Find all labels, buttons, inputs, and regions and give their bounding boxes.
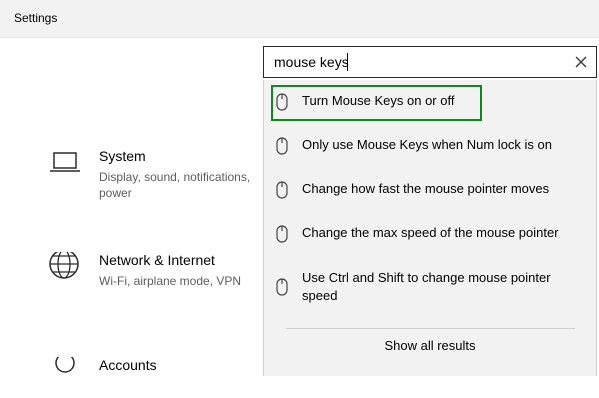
suggestion-item[interactable]: Turn Mouse Keys on or off [264,92,596,112]
suggestion-label: Turn Mouse Keys on or off [302,93,455,108]
suggestion-label: Use Ctrl and Shift to change mouse point… [302,270,551,303]
suggestion-item[interactable]: Use Ctrl and Shift to change mouse point… [264,269,596,307]
category-description: Wi-Fi, airplane mode, VPN [99,274,242,288]
person-icon [48,353,84,393]
globe-icon [48,249,84,288]
suggestion-item[interactable]: Change the max speed of the mouse pointe… [264,224,596,244]
category-name: System [99,148,146,164]
mouse-icon [275,225,289,243]
search-input[interactable]: mouse keys [274,54,349,70]
suggestion-label: Only use Mouse Keys when Num lock is on [302,137,552,152]
suggestion-item[interactable]: Change how fast the mouse pointer moves [264,180,596,200]
show-all-results-link[interactable]: Show all results [264,338,596,353]
divider [286,328,575,329]
close-icon[interactable] [572,53,590,71]
mouse-icon [275,278,289,296]
category-name: Accounts [99,357,157,373]
suggestion-label: Change the max speed of the mouse pointe… [302,225,559,240]
laptop-icon [48,148,84,184]
mouse-icon [275,93,289,111]
search-suggestions: Turn Mouse Keys on or off Only use Mouse… [263,80,597,376]
category-description: Display, sound, notifications, power [99,170,251,200]
mouse-icon [275,137,289,155]
search-box[interactable]: mouse keys [263,46,597,78]
title-bar: Settings [0,0,599,38]
mouse-icon [275,181,289,199]
text-caret [347,53,348,71]
suggestion-label: Change how fast the mouse pointer moves [302,181,550,196]
window-title: Settings [14,11,58,25]
suggestion-item[interactable]: Only use Mouse Keys when Num lock is on [264,136,596,156]
category-name: Network & Internet [99,252,215,268]
